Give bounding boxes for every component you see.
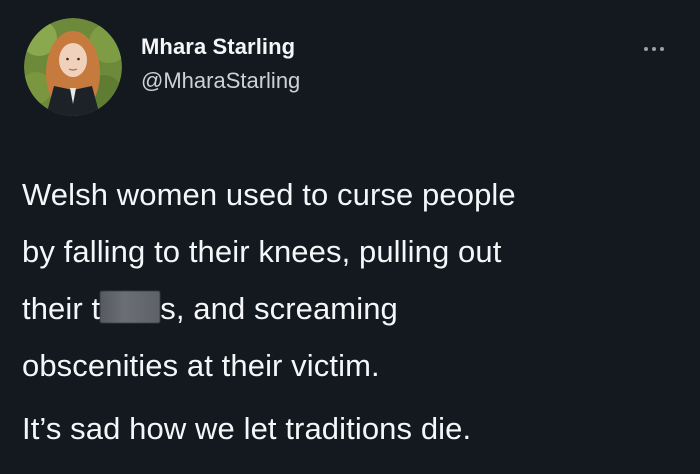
tweet-line: by falling to their knees, pulling out bbox=[22, 234, 502, 269]
censor-redaction bbox=[100, 291, 161, 323]
tweet-line-start: their t bbox=[22, 291, 101, 326]
author-name[interactable]: Mhara Starling bbox=[141, 34, 300, 60]
author-info: Mhara Starling @MharaStarling bbox=[141, 34, 300, 94]
profile-photo-avatar-icon bbox=[24, 18, 122, 116]
ellipsis-dot bbox=[652, 47, 656, 51]
ellipsis-dot bbox=[660, 47, 664, 51]
ellipsis-dot bbox=[644, 47, 648, 51]
tweet-paragraph-1: Welsh women used to curse people by fall… bbox=[22, 166, 692, 394]
tweet-line: Welsh women used to curse people bbox=[22, 177, 516, 212]
tweet-paragraph-2: It’s sad how we let traditions die. bbox=[22, 411, 472, 446]
tweet-line-end: s, and screaming bbox=[160, 291, 398, 326]
tweet-text: Welsh women used to curse people by fall… bbox=[22, 166, 692, 457]
more-options-ellipsis-icon[interactable] bbox=[644, 44, 674, 54]
author-avatar[interactable] bbox=[24, 18, 122, 116]
tweet-card: Mhara Starling @MharaStarling Welsh wome… bbox=[0, 0, 700, 474]
author-handle[interactable]: @MharaStarling bbox=[141, 68, 300, 94]
tweet-line: obscenities at their victim. bbox=[22, 348, 380, 383]
